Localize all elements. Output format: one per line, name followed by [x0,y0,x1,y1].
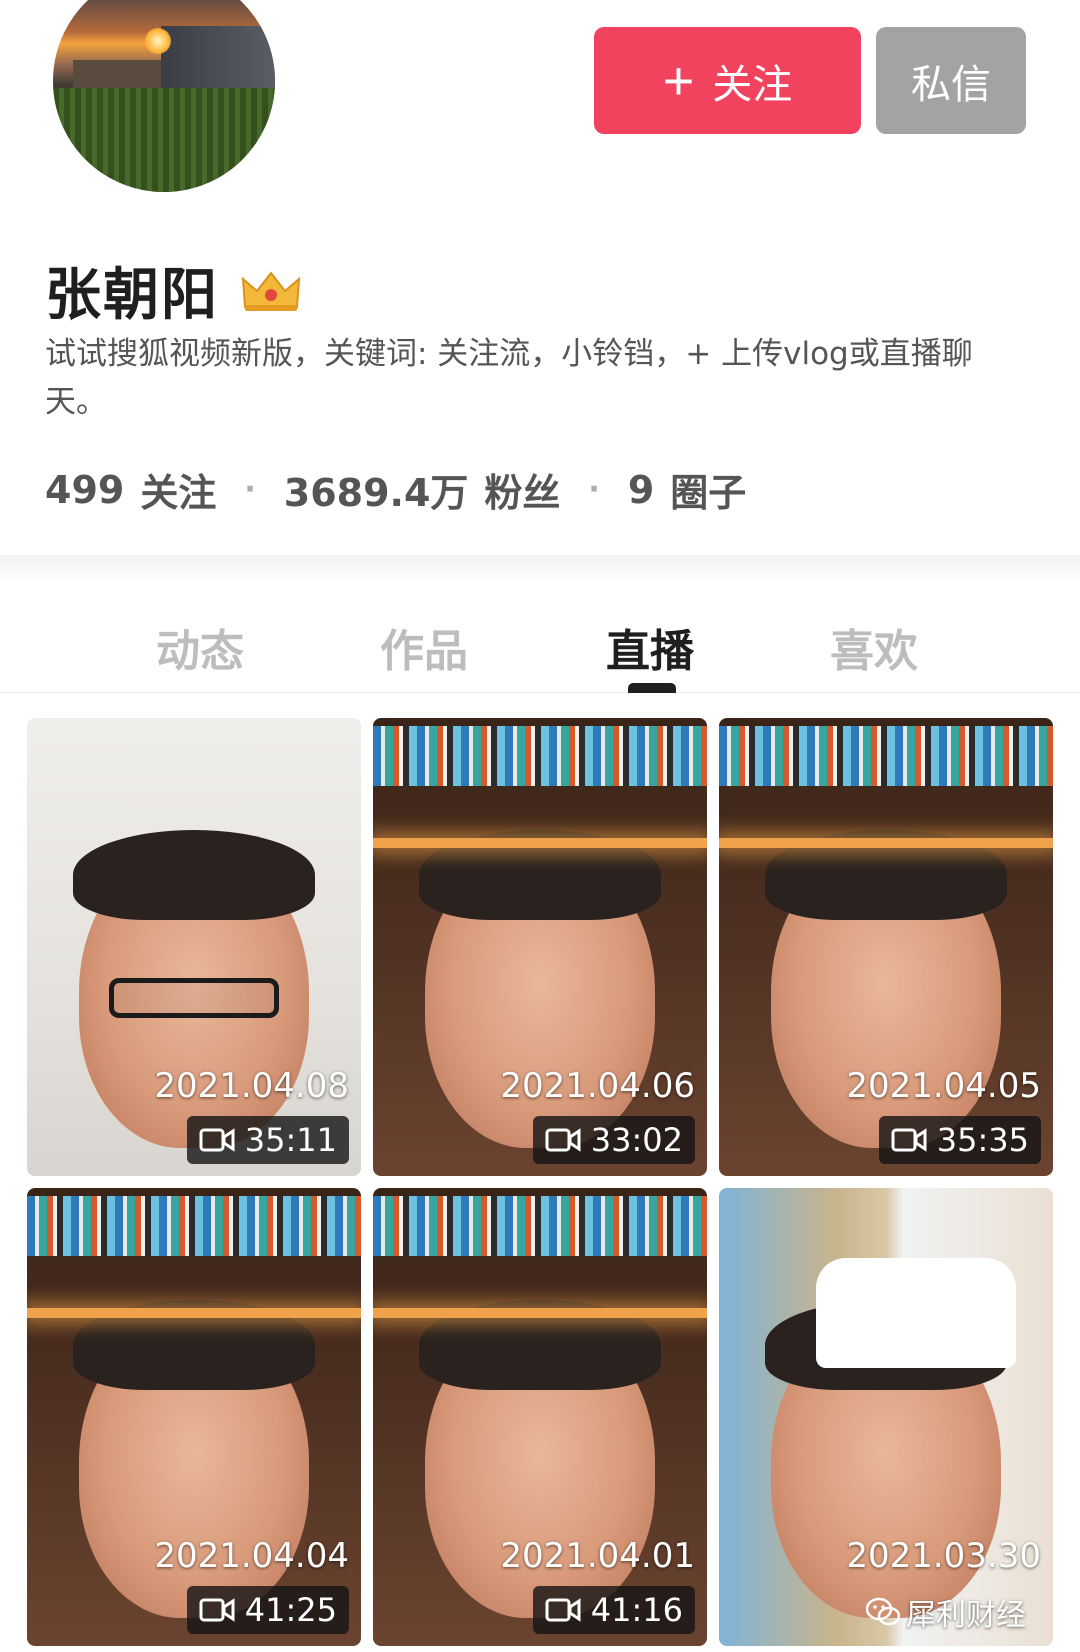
profile-stats: 499 关注 · 3689.4万 粉丝 · 9 圈子 [45,462,746,517]
video-thumbnail[interactable]: 2021.04.01 41:16 [373,1188,707,1646]
video-camera-icon [545,1128,581,1152]
profile-header: + 关注 私信 张朝阳 试试搜狐视频新版，关键词: 关注流，小铃铛，+ 上传vl… [0,0,1080,555]
video-duration-badge: 41:16 [532,1586,695,1634]
message-button[interactable]: 私信 [876,27,1026,134]
profile-name: 张朝阳 [45,263,219,328]
avatar[interactable] [53,0,275,192]
tab-likes[interactable]: 喜欢 [830,615,918,679]
video-duration: 41:25 [244,1591,337,1629]
video-camera-icon [199,1128,235,1152]
video-date: 2021.04.06 [500,1066,695,1106]
stat-separator: · [588,472,600,507]
avatar-building-left [73,60,163,90]
section-divider [0,555,1080,583]
video-duration-badge: 35:35 [878,1116,1041,1164]
tab-dynamics[interactable]: 动态 [156,615,244,679]
glasses [109,978,279,1018]
video-duration: 41:16 [590,1591,683,1629]
video-thumbnail[interactable]: 2021.04.05 35:35 [719,718,1053,1176]
thumbnail-scene [373,1188,707,1646]
thumbnail-scene [373,718,707,1176]
stat-separator: · [244,472,256,507]
avatar-building [161,26,275,88]
crown-icon [241,270,301,311]
name-row: 张朝阳 [45,250,301,331]
video-camera-icon [545,1598,581,1622]
circles-label[interactable]: 圈子 [670,462,746,517]
active-tab-indicator [628,683,676,693]
video-date: 2021.03.30 [846,1536,1041,1576]
fans-count: 3689.4万 [283,471,469,515]
video-thumbnail[interactable]: 2021.04.08 35:11 [27,718,361,1176]
tab-live[interactable]: 直播 [606,615,694,679]
follow-button[interactable]: + 关注 [594,27,861,134]
video-duration: 33:02 [590,1121,683,1159]
tab-bar: 动态 作品 直播 喜欢 [0,583,1080,693]
tab-works[interactable]: 作品 [380,615,468,679]
plus-icon: + [662,50,695,111]
thumbnail-scene [27,718,361,1176]
video-duration-badge: 35:11 [186,1116,349,1164]
video-camera-icon [891,1128,927,1152]
profile-bio: 试试搜狐视频新版，关键词: 关注流，小铃铛，+ 上传vlog或直播聊天。 [45,336,973,420]
following-count: 499 [45,467,125,512]
thumbnail-scene [27,1188,361,1646]
circles-count: 9 [627,467,655,512]
wechat-icon [866,1597,900,1626]
video-date: 2021.04.01 [500,1536,695,1576]
avatar-sun [145,28,171,54]
follow-label: 关注 [712,62,793,107]
fans-label[interactable]: 粉丝 [484,462,560,517]
avatar-trees [53,88,275,192]
video-duration-badge: 33:02 [532,1116,695,1164]
thumbnail-scene [719,1188,1053,1646]
video-duration-badge: 41:25 [186,1586,349,1634]
video-duration: 35:11 [244,1121,337,1159]
thumbnail-scene [719,718,1053,1176]
video-thumbnail[interactable]: 2021.04.06 33:02 [373,718,707,1176]
video-thumbnail[interactable]: 2021.03.30 [719,1188,1053,1646]
video-date: 2021.04.05 [846,1066,1041,1106]
video-thumbnail[interactable]: 2021.04.04 41:25 [27,1188,361,1646]
video-date: 2021.04.08 [154,1066,349,1106]
watermark-text: 犀利财经 [906,1598,1026,1633]
following-label[interactable]: 关注 [140,462,216,517]
video-date: 2021.04.04 [154,1536,349,1576]
watermark: 犀利财经 [866,1590,1026,1634]
video-camera-icon [199,1598,235,1622]
video-duration: 35:35 [936,1121,1029,1159]
white-cap [816,1258,1016,1368]
